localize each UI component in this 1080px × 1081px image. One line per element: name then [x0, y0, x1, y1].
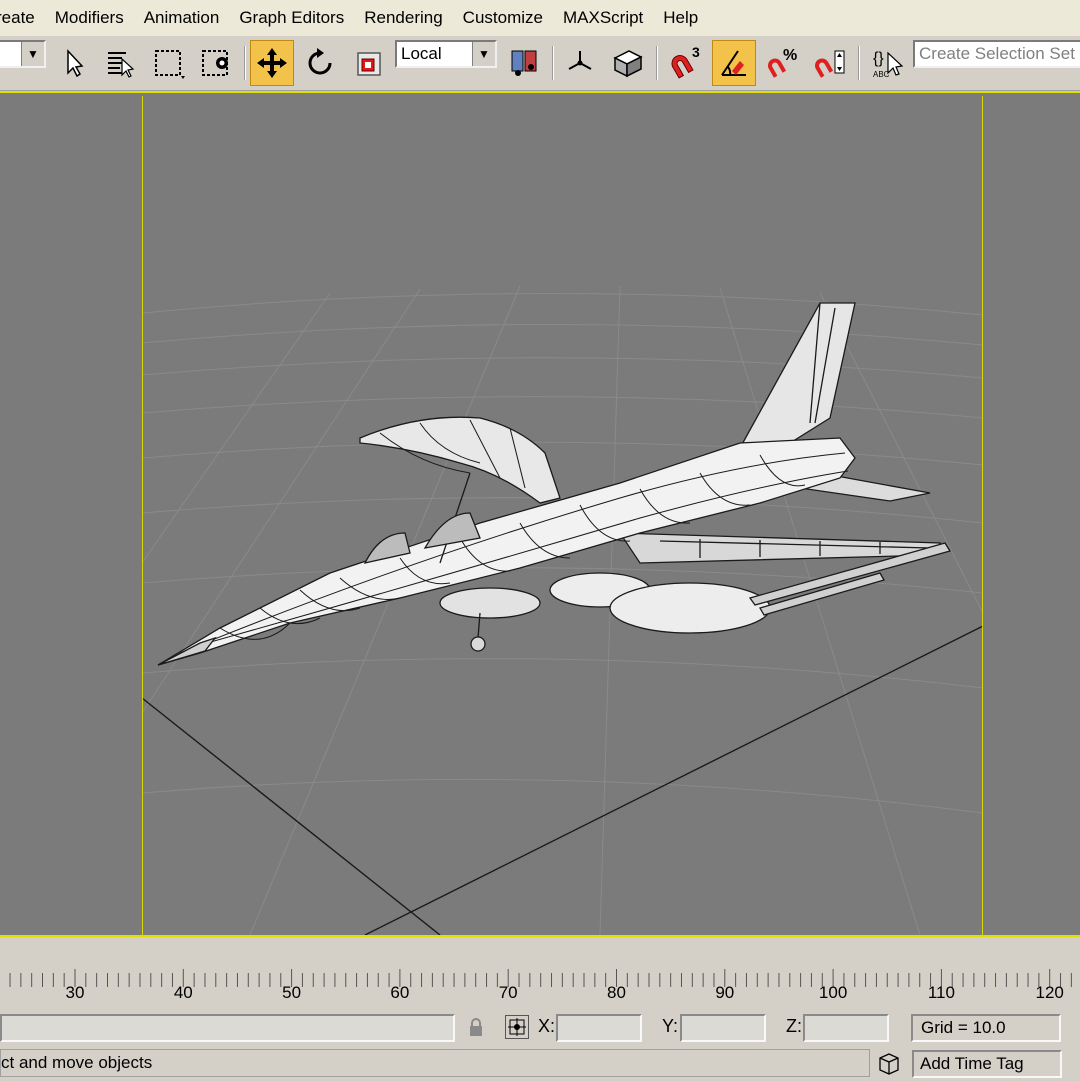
percent-snap-icon: % — [768, 47, 797, 78]
percent-label: % — [783, 47, 797, 64]
select-and-scale-button[interactable] — [346, 40, 390, 86]
percent-snap-toggle-button[interactable]: % — [760, 40, 804, 86]
coordinate-status-row: X: Y: Z: Grid = 10.0 — [0, 1011, 1080, 1045]
time-tick-label: 110 — [927, 983, 955, 1002]
window-crossing-icon — [202, 50, 228, 76]
z-coordinate-field[interactable] — [803, 1014, 889, 1042]
grid-size-display: Grid = 10.0 — [911, 1014, 1061, 1042]
rotate-icon — [308, 48, 332, 75]
angle-snap-icon — [721, 50, 746, 76]
time-tick-label: 70 — [498, 983, 518, 1002]
prompt-line: ct and move objects — [0, 1049, 870, 1077]
status-message-field — [0, 1014, 455, 1042]
perspective-viewport[interactable] — [0, 91, 1080, 937]
time-tick-label: 120 — [1035, 983, 1064, 1002]
cursor-arrow-icon — [67, 49, 84, 78]
select-and-manipulate-button[interactable] — [558, 40, 602, 86]
select-by-name-button[interactable] — [98, 40, 142, 86]
spinner-snap-icon — [815, 50, 845, 78]
menu-rendering[interactable]: Rendering — [354, 8, 452, 28]
menu-customize[interactable]: Customize — [453, 8, 553, 28]
svg-text:ABC: ABC — [873, 70, 890, 79]
absolute-relative-toggle-button[interactable] — [505, 1015, 529, 1039]
menu-graph-editors[interactable]: Graph Editors — [229, 8, 354, 28]
cube-tag-icon — [879, 1053, 899, 1075]
angle-snap-toggle-button[interactable] — [712, 40, 756, 86]
menu-animation[interactable]: Animation — [134, 8, 230, 28]
lock-icon — [470, 1018, 482, 1036]
named-selection-sets-field[interactable]: Create Selection Set — [913, 40, 1080, 68]
window-crossing-button[interactable] — [194, 40, 238, 86]
spinner-snap-toggle-button[interactable] — [808, 40, 852, 86]
pivot-center-icon — [511, 50, 537, 76]
y-label: Y: — [662, 1016, 679, 1036]
reference-coordinate-system-dropdown[interactable]: Local ▼ — [395, 40, 497, 68]
svg-text:{}: {} — [873, 50, 884, 67]
menu-create[interactable]: reate — [0, 8, 45, 28]
transform-mode-icon — [508, 1018, 526, 1036]
use-pivot-center-button[interactable] — [502, 40, 546, 86]
snap-magnet-icon: 3 — [671, 45, 700, 79]
track-bar[interactable]: 30 40 50 60 70 80 90 100 110 120 — [0, 937, 1080, 1011]
prompt-status-row: ct and move objects Add Time Tag — [0, 1045, 1080, 1080]
chevron-down-icon: ▼ — [472, 42, 495, 66]
time-tick-label: 90 — [715, 983, 735, 1002]
rectangular-selection-button[interactable] — [146, 40, 190, 86]
time-tick-label: 100 — [818, 983, 848, 1002]
add-time-tag-button[interactable]: Add Time Tag — [912, 1050, 1062, 1078]
chevron-down-icon: ▼ — [21, 42, 44, 66]
menu-modifiers[interactable]: Modifiers — [45, 8, 134, 28]
time-tick-label: 40 — [173, 983, 193, 1002]
selection-filter-dropdown[interactable]: ▼ — [0, 40, 46, 68]
select-and-rotate-button[interactable] — [298, 40, 342, 86]
menu-maxscript[interactable]: MAXScript — [553, 8, 653, 28]
time-tick-label: 60 — [390, 983, 410, 1002]
time-ruler — [0, 965, 1080, 993]
named-selection-icon: {} ABC — [873, 50, 904, 79]
scale-icon — [357, 52, 381, 76]
selection-set-placeholder: Create Selection Set — [919, 44, 1075, 63]
move-arrows-icon — [257, 48, 287, 78]
x-label: X: — [538, 1016, 556, 1036]
main-toolbar: ▼ Local ▼ 3 % {} ABC Create Selection Se… — [0, 36, 1080, 91]
edit-named-selection-button[interactable]: {} ABC — [864, 40, 908, 86]
select-by-name-icon — [108, 52, 135, 78]
time-tag-toggle-button[interactable] — [874, 1050, 904, 1076]
y-coordinate-field[interactable] — [680, 1014, 766, 1042]
time-tick-label: 80 — [607, 983, 626, 1002]
z-label: Z: — [786, 1016, 802, 1036]
coord-system-value: Local — [401, 44, 442, 63]
keyboard-box-icon — [613, 50, 643, 78]
rectangle-selection-icon — [155, 50, 185, 79]
select-object-button[interactable] — [50, 40, 94, 86]
x-coordinate-field[interactable] — [556, 1014, 642, 1042]
snaps-toggle-button[interactable]: 3 — [662, 40, 706, 86]
lock-selection-button[interactable] — [466, 1017, 486, 1039]
manipulate-gizmo-icon — [568, 51, 592, 70]
menu-bar: reate Modifiers Animation Graph Editors … — [0, 0, 1080, 36]
safe-frame-border — [142, 96, 983, 935]
menu-help[interactable]: Help — [653, 8, 708, 28]
select-and-move-button[interactable] — [250, 40, 294, 86]
time-tick-label: 30 — [65, 983, 85, 1002]
snap-dimension-label: 3 — [692, 45, 700, 60]
keyboard-shortcut-override-button[interactable] — [606, 40, 650, 86]
time-tick-label: 50 — [282, 983, 302, 1002]
